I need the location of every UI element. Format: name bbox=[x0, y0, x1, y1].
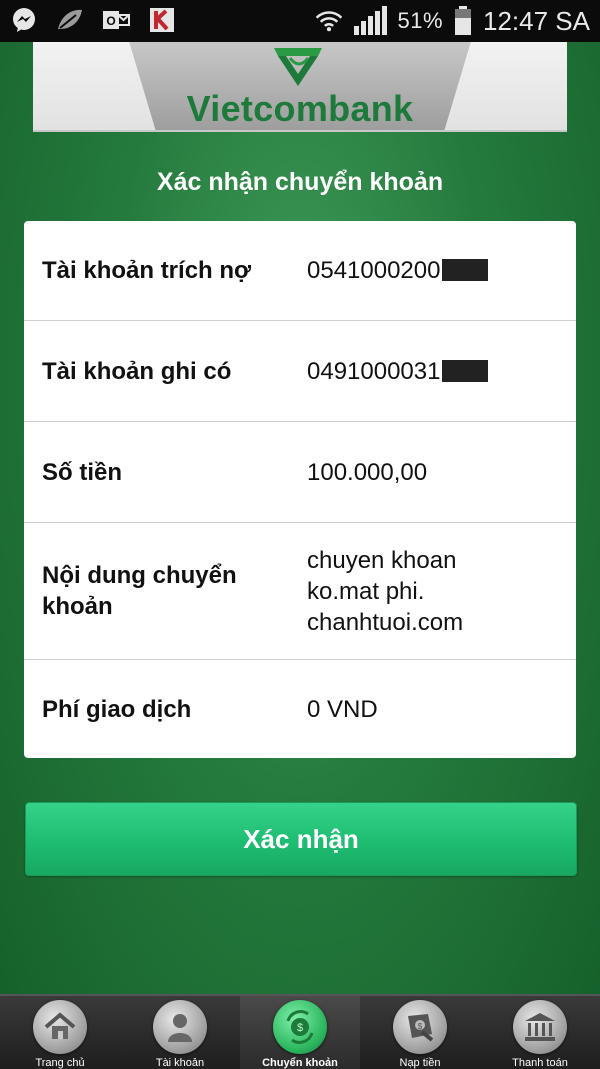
detail-label: Nội dung chuyển khoản bbox=[42, 562, 237, 620]
nav-item-transfer[interactable]: $ Chuyển khoản bbox=[240, 996, 360, 1069]
account-number: 0541000200 bbox=[307, 257, 441, 284]
detail-value: chuyen khoan ko.mat phi. chanhtuoi.com bbox=[307, 546, 464, 636]
transfer-details-card: Tài khoản trích nợ 0541000200 Tài khoản … bbox=[24, 221, 576, 758]
kaspersky-icon bbox=[148, 6, 176, 34]
battery-icon bbox=[453, 6, 473, 35]
header-banner: Vietcombank bbox=[33, 42, 567, 132]
nav-item-account[interactable]: Tài khoản bbox=[120, 996, 240, 1069]
account-number: 0491000031 bbox=[307, 357, 441, 385]
detail-label: Phí giao dịch bbox=[42, 696, 192, 723]
detail-value: 0491000031 bbox=[307, 356, 567, 387]
user-icon bbox=[153, 1000, 207, 1054]
vietcombank-logo-icon bbox=[33, 42, 565, 93]
leaf-icon bbox=[56, 6, 84, 34]
home-icon bbox=[33, 1000, 87, 1054]
confirm-button[interactable]: Xác nhận bbox=[25, 802, 577, 876]
bank-icon bbox=[513, 1000, 567, 1054]
detail-row-debit-account: Tài khoản trích nợ 0541000200 bbox=[24, 221, 576, 321]
detail-label: Số tiền bbox=[42, 458, 123, 486]
svg-text:$: $ bbox=[418, 1022, 423, 1031]
bottom-nav: Trang chủ Tài khoản $ Chuyển khoản $ Nạp… bbox=[0, 994, 600, 1069]
status-bar: O 51% 12:47 SA bbox=[0, 0, 600, 42]
signal-icon bbox=[353, 6, 388, 35]
redaction-mask bbox=[442, 359, 489, 382]
nav-item-home[interactable]: Trang chủ bbox=[0, 996, 120, 1069]
nav-label: Tài khoản bbox=[155, 1057, 205, 1069]
messenger-icon bbox=[10, 6, 38, 34]
nav-item-payment[interactable]: Thanh toán bbox=[480, 996, 600, 1069]
battery-percent: 51% bbox=[397, 8, 444, 33]
nav-label: Trang chủ bbox=[35, 1057, 85, 1069]
topup-icon: $ bbox=[393, 1000, 447, 1054]
detail-row-amount: Số tiền 100.000,00 bbox=[24, 422, 576, 523]
detail-row-fee: Phí giao dịch 0 VND bbox=[24, 660, 576, 758]
brand-name: Vietcombank bbox=[186, 88, 414, 129]
nav-label: Thanh toán bbox=[512, 1057, 568, 1069]
detail-row-content: Nội dung chuyển khoản chuyen khoan ko.ma… bbox=[24, 523, 576, 660]
detail-value: 0 VND bbox=[307, 696, 378, 723]
clock: 12:47 SA bbox=[483, 5, 590, 36]
svg-text:O: O bbox=[106, 14, 115, 28]
detail-label: Tài khoản ghi có bbox=[42, 357, 232, 385]
detail-label: Tài khoản trích nợ bbox=[42, 257, 252, 284]
detail-value: 100.000,00 bbox=[307, 458, 428, 486]
wifi-icon bbox=[315, 7, 343, 35]
nav-label: Nạp tiền bbox=[399, 1057, 441, 1069]
outlook-icon: O bbox=[102, 6, 130, 34]
detail-value: 0541000200 bbox=[307, 255, 567, 286]
svg-text:$: $ bbox=[297, 1022, 303, 1034]
page-title: Xác nhận chuyển khoản bbox=[156, 168, 444, 196]
redaction-mask bbox=[442, 259, 489, 281]
nav-item-topup[interactable]: $ Nạp tiền bbox=[360, 996, 480, 1069]
detail-row-credit-account: Tài khoản ghi có 0491000031 bbox=[24, 321, 576, 422]
transfer-icon: $ bbox=[273, 1000, 327, 1054]
nav-label: Chuyển khoản bbox=[262, 1057, 338, 1069]
